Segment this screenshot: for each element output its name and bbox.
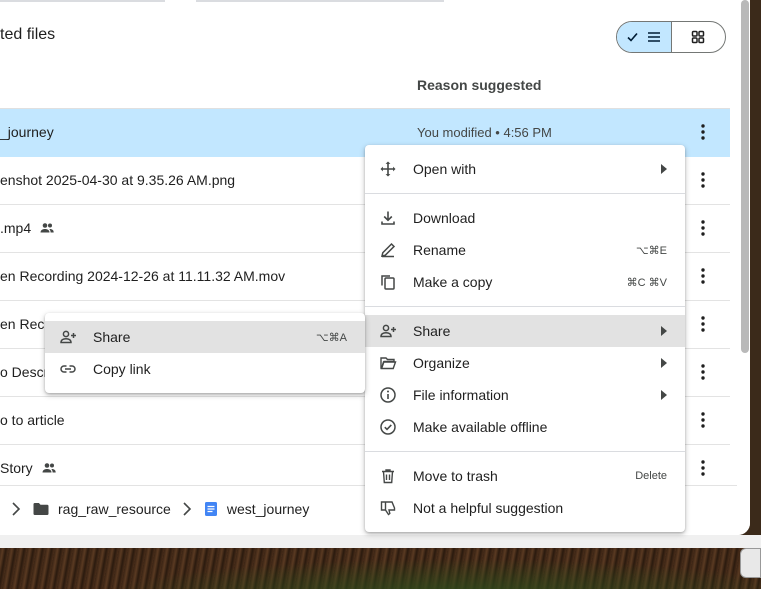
grid-view-button[interactable] xyxy=(672,22,726,52)
grid-icon xyxy=(692,30,705,44)
menu-item-open-with[interactable]: Open with xyxy=(365,153,685,185)
folder-icon xyxy=(33,502,49,515)
more-actions-icon[interactable] xyxy=(692,457,714,479)
menu-divider xyxy=(365,306,685,307)
trash-icon xyxy=(382,469,394,484)
pencil-icon xyxy=(380,242,396,258)
info-icon xyxy=(380,387,396,403)
copy-icon xyxy=(381,275,395,290)
link-icon xyxy=(60,365,76,373)
toolbar-edge-left xyxy=(0,0,165,2)
shortcut-text: Delete xyxy=(635,470,667,482)
reason-text: You modified • 4:56 PM xyxy=(417,125,552,140)
menu-item-label: Not a helpful suggestion xyxy=(413,500,564,516)
submenu-arrow-icon xyxy=(661,164,667,174)
menu-item-label: Open with xyxy=(413,161,477,177)
menu-item-not-helpful[interactable]: Not a helpful suggestion xyxy=(365,492,685,524)
menu-divider xyxy=(365,451,685,452)
more-actions-icon[interactable] xyxy=(692,361,714,383)
offline-check-icon xyxy=(380,419,396,435)
menu-item-share[interactable]: Share xyxy=(365,315,685,347)
file-name: o to article xyxy=(0,412,65,428)
more-actions-icon[interactable] xyxy=(692,217,714,239)
submenu-arrow-icon xyxy=(661,390,667,400)
move-arrows-icon xyxy=(380,161,396,177)
more-actions-icon[interactable] xyxy=(692,121,714,143)
window-bottom-gap xyxy=(0,535,761,548)
reason-suggested-header[interactable]: Reason suggested xyxy=(417,77,541,93)
menu-item-label: Copy link xyxy=(93,361,151,377)
list-view-button[interactable] xyxy=(617,22,672,52)
file-name: en Recording 2024-12-26 at 11.11.32 AM.m… xyxy=(0,268,286,284)
thumbs-down-icon xyxy=(380,501,396,516)
view-toggle xyxy=(616,21,726,53)
person-add-icon xyxy=(380,324,396,338)
menu-item-make-copy[interactable]: Make a copy ⌘C ⌘V xyxy=(365,266,685,298)
more-actions-icon[interactable] xyxy=(692,313,714,335)
page-title: ted files xyxy=(0,26,56,43)
menu-item-rename[interactable]: Rename ⌥⌘E xyxy=(365,234,685,266)
file-name: enshot 2025-04-30 at 9.35.26 AM.png xyxy=(0,172,236,188)
menu-item-label: Make a copy xyxy=(413,274,493,290)
menu-item-label: Rename xyxy=(413,242,466,258)
context-menu: Open with Download Rename ⌥⌘E Make a cop… xyxy=(365,145,685,532)
person-add-icon xyxy=(60,330,76,344)
submenu-item-share[interactable]: Share ⌥⌘A xyxy=(45,321,365,353)
chevron-right-icon xyxy=(183,501,191,516)
folder-open-icon xyxy=(380,357,397,370)
submenu-arrow-icon xyxy=(661,326,667,336)
checkmark-icon xyxy=(627,32,638,42)
toolbar-edge-right xyxy=(196,0,444,2)
share-submenu: Share ⌥⌘A Copy link xyxy=(45,313,365,393)
menu-item-file-information[interactable]: File information xyxy=(365,379,685,411)
shortcut-text: ⌥⌘A xyxy=(315,331,347,344)
menu-item-label: Move to trash xyxy=(413,468,498,484)
desktop-wallpaper xyxy=(0,548,761,589)
submenu-item-copy-link[interactable]: Copy link xyxy=(45,353,365,385)
more-actions-icon[interactable] xyxy=(692,265,714,287)
menu-divider xyxy=(365,193,685,194)
more-actions-icon[interactable] xyxy=(692,169,714,191)
menu-item-label: Download xyxy=(413,210,476,226)
menu-item-label: Organize xyxy=(413,355,470,371)
file-name: .mp4 xyxy=(0,220,32,236)
breadcrumb-folder-label: rag_raw_resource xyxy=(58,500,171,517)
download-icon xyxy=(381,211,395,225)
menu-item-label: Make available offline xyxy=(413,419,548,435)
menu-item-organize[interactable]: Organize xyxy=(365,347,685,379)
submenu-arrow-icon xyxy=(661,358,667,368)
menu-item-make-offline[interactable]: Make available offline xyxy=(365,411,685,443)
file-name: Story xyxy=(0,460,33,476)
scrollbar-thumb[interactable] xyxy=(741,0,749,353)
menu-item-download[interactable]: Download xyxy=(365,202,685,234)
menu-item-label: Share xyxy=(413,323,451,339)
dock-edge xyxy=(740,548,761,578)
file-name: o Descr xyxy=(0,364,49,380)
breadcrumb-file-label: west_journey xyxy=(226,500,310,517)
more-actions-icon[interactable] xyxy=(692,409,714,431)
shared-people-icon xyxy=(41,460,57,476)
breadcrumb-file[interactable]: west_journey xyxy=(203,500,310,517)
shared-people-icon xyxy=(39,220,55,236)
menu-item-label: Share xyxy=(93,329,131,345)
google-doc-icon xyxy=(204,501,217,516)
menu-item-move-to-trash[interactable]: Move to trash Delete xyxy=(365,460,685,492)
shortcut-text: ⌥⌘E xyxy=(635,244,667,257)
list-icon xyxy=(647,32,660,42)
breadcrumb-folder[interactable]: rag_raw_resource xyxy=(32,500,171,518)
shortcut-text: ⌘C ⌘V xyxy=(626,276,667,289)
file-name: _journey xyxy=(0,124,54,140)
chevron-right-icon xyxy=(12,501,21,516)
menu-item-label: File information xyxy=(413,387,509,403)
